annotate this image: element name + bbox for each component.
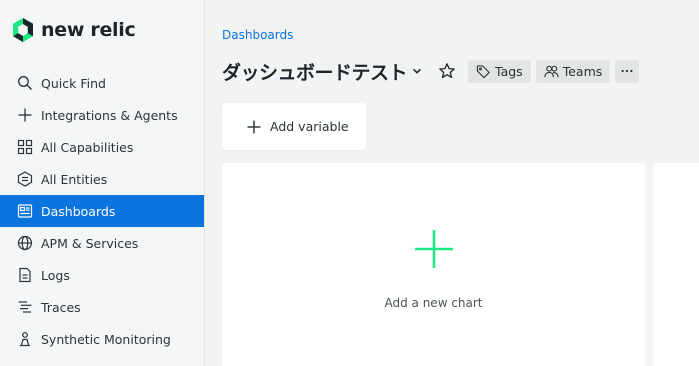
sidebar-item-synthetic-monitoring[interactable]: Synthetic Monitoring	[0, 323, 204, 355]
sidebar-item-dashboards[interactable]: Dashboards	[0, 195, 204, 227]
dashboard-icon	[17, 203, 33, 219]
globe-icon	[17, 235, 33, 251]
hexagon-list-icon	[17, 171, 33, 187]
sidebar-item-label: Logs	[41, 267, 70, 283]
new-relic-logo[interactable]: new relic	[11, 17, 136, 43]
chevron-down-icon[interactable]	[410, 64, 424, 78]
tag-icon	[476, 64, 490, 78]
add-chart-plus-icon	[415, 230, 453, 268]
traces-icon	[17, 299, 33, 315]
sidebar-item-label: All Entities	[41, 171, 108, 187]
add-chart-label: Add a new chart	[384, 296, 483, 310]
partial-icon	[17, 360, 33, 366]
add-chart-card[interactable]: Add a new chart	[222, 163, 645, 366]
main-content: Dashboards ダッシュボードテスト Tags Teams Add var…	[206, 0, 699, 366]
sidebar-item-traces[interactable]: Traces	[0, 291, 204, 323]
document-icon	[17, 267, 33, 283]
tags-button[interactable]: Tags	[468, 59, 531, 83]
star-icon[interactable]	[438, 62, 456, 80]
sidebar-item-label: Quick Find	[41, 75, 106, 91]
plus-icon	[17, 107, 33, 123]
teams-button[interactable]: Teams	[535, 59, 611, 83]
brand-name: new relic	[41, 19, 136, 41]
breadcrumb-dashboards[interactable]: Dashboards	[222, 28, 293, 42]
tags-label: Tags	[495, 63, 523, 79]
new-relic-logo-icon	[13, 18, 33, 42]
add-variable-label: Add variable	[270, 119, 349, 134]
more-options-button[interactable]	[615, 59, 640, 83]
widget-card-partial	[653, 163, 699, 366]
sidebar-item-label: Traces	[41, 299, 81, 315]
sidebar-item-quick-find[interactable]: Quick Find	[0, 67, 204, 99]
sidebar-item-apm-services[interactable]: APM & Services	[0, 227, 204, 259]
teams-label: Teams	[562, 63, 603, 79]
sidebar-item-label: APM & Services	[41, 235, 139, 251]
sidebar-item-all-capabilities[interactable]: All Capabilities	[0, 131, 204, 163]
sidebar: new relic Quick Find Integrations & Agen…	[0, 0, 205, 366]
title-row: ダッシュボードテスト Tags Teams	[222, 58, 640, 84]
sidebar-item-all-entities[interactable]: All Entities	[0, 163, 204, 195]
sidebar-item-label: Synthetic Monitoring	[41, 331, 171, 347]
sidebar-item-label: Dashboards	[41, 203, 116, 219]
sidebar-nav: Quick Find Integrations & Agents All Cap…	[0, 67, 204, 366]
add-variable-button[interactable]: Add variable	[222, 103, 366, 150]
search-icon	[17, 75, 33, 91]
synthetic-robot-icon	[17, 331, 33, 347]
sidebar-item-label: Integrations & Agents	[41, 107, 178, 123]
teams-icon	[544, 65, 559, 77]
sidebar-item-integrations[interactable]: Integrations & Agents	[0, 99, 204, 131]
ellipsis-icon	[621, 69, 633, 73]
sidebar-item-partial[interactable]	[0, 355, 204, 366]
page-title: ダッシュボードテスト	[222, 61, 408, 84]
sidebar-item-logs[interactable]: Logs	[0, 259, 204, 291]
sidebar-item-label: All Capabilities	[41, 139, 134, 155]
grid-icon	[17, 139, 33, 155]
plus-icon	[247, 120, 261, 133]
